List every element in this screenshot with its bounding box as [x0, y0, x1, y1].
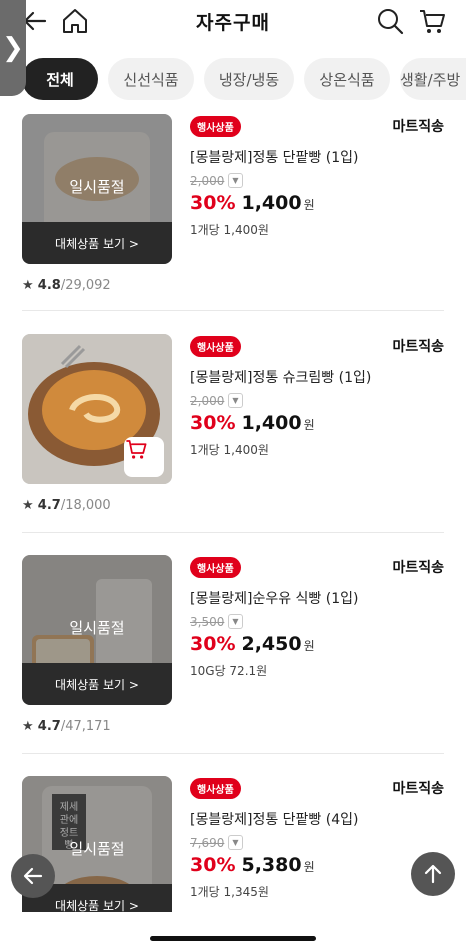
unit-price: 1개당 1,345원 [190, 885, 269, 899]
arrow-up-icon [424, 864, 442, 884]
back-floating-button[interactable] [11, 854, 55, 898]
alternative-product-button[interactable]: 대체상품 보기 > [22, 222, 172, 264]
product-card[interactable]: 일시품절 대체상품 보기 > ★ 4.8/29,092 행사상품 마트직송 [몽… [0, 114, 466, 334]
chevron-down-icon[interactable]: ▼ [228, 173, 243, 188]
product-image[interactable] [22, 334, 172, 484]
discount-rate: 30% [190, 412, 236, 434]
review-count: /47,171 [60, 719, 111, 734]
event-badge: 행사상품 [190, 336, 241, 357]
star-icon: ★ [22, 498, 34, 513]
original-price: 2,000 [190, 394, 225, 408]
arrow-left-icon [23, 867, 43, 885]
price-row: 30% 2,450 원 [190, 633, 315, 655]
divider [22, 310, 444, 311]
sale-price: 5,380 [241, 854, 302, 876]
home-indicator [150, 936, 316, 941]
discount-rate: 30% [190, 854, 236, 876]
cart-icon[interactable] [417, 6, 447, 36]
alternative-product-button[interactable]: 대체상품 보기 > [22, 663, 172, 705]
original-price: 2,000 [190, 174, 225, 188]
chevron-down-icon[interactable]: ▼ [228, 614, 243, 629]
divider [22, 753, 444, 754]
product-card[interactable]: 제세 관에 정트 빵 일시품절 대체상품 보기 > 행사상품 마트직송 [몽블랑… [0, 776, 466, 912]
top-app-bar: 자주구매 [0, 0, 466, 46]
original-price: 3,500 [190, 615, 225, 629]
product-card[interactable]: ★ 4.7/18,000 행사상품 마트직송 [몽블랑제]정통 슈크림빵 (1입… [0, 334, 466, 554]
product-card[interactable]: 일시품절 대체상품 보기 > ★ 4.7/47,171 행사상품 마트직송 [몽… [0, 555, 466, 775]
sale-price: 1,400 [241, 412, 302, 434]
shipping-type: 마트직송 [392, 781, 444, 797]
event-badge: 행사상품 [190, 557, 241, 578]
category-tabs: 전체 신선식품 냉장/냉동 상온식품 생활/주방 [0, 58, 466, 102]
shipping-type: 마트직송 [392, 119, 444, 135]
original-price: 7,690 [190, 836, 225, 850]
tab-fresh-food[interactable]: 신선식품 [108, 58, 194, 100]
price-row: 30% 5,380 원 [190, 854, 315, 876]
sale-price: 2,450 [241, 633, 302, 655]
star-icon: ★ [22, 719, 34, 734]
price-row: 30% 1,400 원 [190, 412, 315, 434]
product-rating: ★ 4.7/47,171 [22, 719, 111, 734]
event-badge: 행사상품 [190, 116, 241, 137]
review-count: /29,092 [60, 278, 111, 293]
side-drawer-handle[interactable]: ❯ [0, 0, 26, 96]
sale-price: 1,400 [241, 192, 302, 214]
product-image[interactable]: 일시품절 대체상품 보기 > [22, 555, 172, 705]
shipping-type: 마트직송 [392, 560, 444, 576]
search-icon[interactable] [375, 6, 405, 36]
price-row: 30% 1,400 원 [190, 192, 315, 214]
unit-price: 1개당 1,400원 [190, 443, 269, 457]
chevron-down-icon[interactable]: ▼ [228, 393, 243, 408]
product-rating: ★ 4.8/29,092 [22, 278, 111, 293]
tab-frozen[interactable]: 냉장/냉동 [204, 58, 294, 100]
tab-room-temp[interactable]: 상온식품 [304, 58, 390, 100]
star-icon: ★ [22, 278, 34, 293]
sold-out-overlay: 일시품절 [22, 114, 172, 222]
product-name[interactable]: [몽블랑제]정통 슈크림빵 (1입) [190, 367, 371, 387]
unit-price: 1개당 1,400원 [190, 223, 269, 237]
product-name[interactable]: [몽블랑제]정통 단팥빵 (1입) [190, 147, 358, 167]
product-list: 일시품절 대체상품 보기 > ★ 4.8/29,092 행사상품 마트직송 [몽… [0, 112, 466, 912]
divider [22, 532, 444, 533]
shipping-type: 마트직송 [392, 339, 444, 355]
tab-all[interactable]: 전체 [22, 58, 98, 100]
product-rating: ★ 4.7/18,000 [22, 498, 111, 513]
scroll-to-top-button[interactable] [411, 852, 455, 896]
event-badge: 행사상품 [190, 778, 241, 799]
product-name[interactable]: [몽블랑제]순우유 식빵 (1입) [190, 588, 358, 608]
unit-price: 10G당 72.1원 [190, 664, 268, 678]
review-count: /18,000 [60, 498, 111, 513]
discount-rate: 30% [190, 192, 236, 214]
product-image[interactable]: 일시품절 대체상품 보기 > [22, 114, 172, 264]
product-name[interactable]: [몽블랑제]정통 단팥빵 (4입) [190, 809, 358, 829]
tab-living-kitchen[interactable]: 생활/주방 [400, 58, 466, 100]
discount-rate: 30% [190, 633, 236, 655]
add-to-cart-button[interactable] [124, 437, 164, 477]
chevron-down-icon[interactable]: ▼ [228, 835, 243, 850]
sold-out-overlay: 일시품절 [22, 555, 172, 663]
